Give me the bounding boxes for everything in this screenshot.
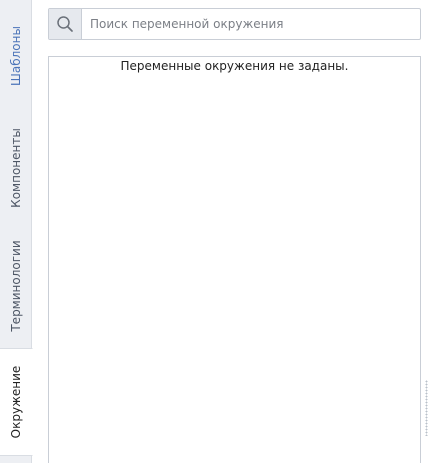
tab-environment-label: Окружение — [9, 365, 23, 439]
tab-terminologies-label: Терминологии — [9, 240, 23, 332]
search-button[interactable] — [49, 9, 82, 39]
vertical-tab-strip: Шаблоны Компоненты Терминологии Окружени… — [0, 0, 33, 463]
tab-templates-label: Шаблоны — [9, 26, 23, 86]
tab-environment[interactable]: Окружение — [0, 348, 33, 456]
search-input[interactable] — [82, 9, 420, 39]
tab-templates[interactable]: Шаблоны — [0, 0, 32, 112]
tab-terminologies[interactable]: Терминологии — [0, 224, 32, 348]
search-icon — [57, 16, 73, 32]
tab-components-label: Компоненты — [9, 128, 23, 208]
environment-panel-root: Шаблоны Компоненты Терминологии Окружени… — [0, 0, 428, 463]
tab-components[interactable]: Компоненты — [0, 112, 32, 224]
environment-variables-list: Переменные окружения не заданы. — [48, 56, 421, 463]
search-box — [48, 8, 421, 40]
empty-state-message: Переменные окружения не заданы. — [120, 59, 349, 73]
